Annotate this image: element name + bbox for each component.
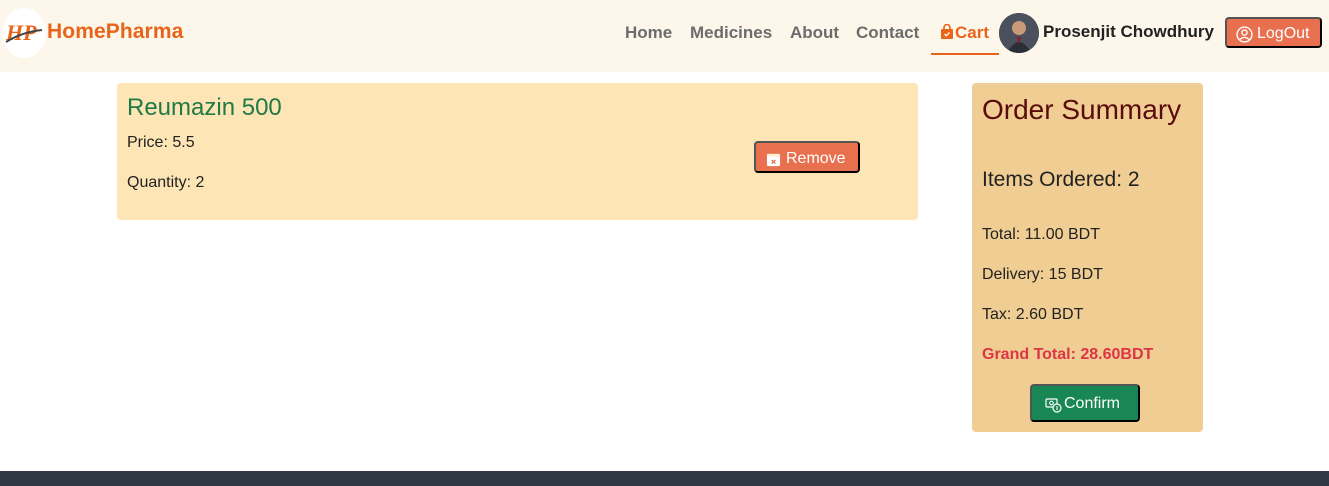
nav-about-link[interactable]: About (790, 23, 839, 43)
footer (0, 471, 1329, 486)
nav-medicines-link[interactable]: Medicines (690, 23, 772, 43)
user-circle-icon (1236, 26, 1253, 43)
remove-button[interactable]: Remove (754, 141, 860, 173)
confirm-label: Confirm (1064, 395, 1121, 412)
avatar[interactable] (999, 13, 1039, 53)
nav-contact-link[interactable]: Contact (856, 23, 919, 43)
summary-tax: Tax: 2.60 BDT (982, 306, 1084, 323)
grand-total: Grand Total: 28.60BDT (982, 346, 1154, 363)
user-name: Prosenjit Chowdhury (1043, 22, 1214, 41)
confirm-button[interactable]: Confirm (1030, 384, 1140, 422)
order-summary-panel: Order Summary Items Ordered: 2 Total: 11… (972, 83, 1203, 432)
calendar-x-icon (766, 153, 781, 167)
item-quantity: Quantity: 2 (127, 174, 205, 191)
summary-delivery: Delivery: 15 BDT (982, 266, 1103, 283)
navbar: HP HomePharma Home Medicines About Conta… (0, 0, 1329, 72)
nav-cart-link[interactable]: Cart (931, 18, 999, 55)
items-ordered: Items Ordered: 2 (982, 168, 1140, 191)
cash-coin-icon (1045, 398, 1062, 413)
cart-item-card: Reumazin 500 Price: 5.5 Quantity: 2 Remo… (117, 83, 918, 220)
logout-button[interactable]: LogOut (1225, 17, 1322, 48)
remove-label: Remove (786, 150, 846, 167)
nav-home-link[interactable]: Home (625, 23, 672, 43)
brand-logo-icon[interactable]: HP (2, 8, 46, 58)
item-price: Price: 5.5 (127, 134, 195, 151)
cart-bag-icon (940, 23, 954, 45)
item-name: Reumazin 500 (127, 94, 282, 121)
cart-label: Cart (955, 23, 990, 42)
logout-label: LogOut (1257, 25, 1310, 42)
summary-title: Order Summary (982, 94, 1182, 125)
summary-total: Total: 11.00 BDT (982, 226, 1100, 243)
brand-name[interactable]: HomePharma (47, 20, 183, 44)
